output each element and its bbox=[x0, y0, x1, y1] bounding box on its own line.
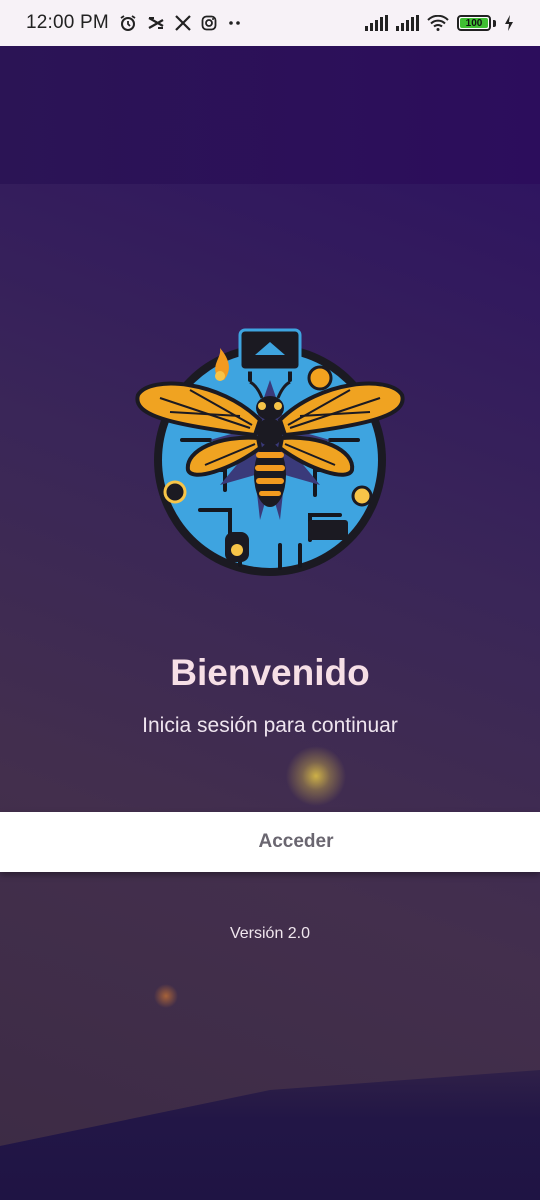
signal-icon bbox=[365, 15, 388, 31]
battery-tip bbox=[493, 19, 496, 27]
battery-icon: 100 bbox=[457, 15, 491, 31]
access-button[interactable]: Acceder bbox=[0, 812, 540, 872]
battery-level: 100 bbox=[465, 17, 483, 29]
x-icon bbox=[175, 15, 191, 31]
welcome-title: Bienvenido bbox=[170, 652, 370, 693]
alarm-icon bbox=[119, 14, 137, 32]
welcome-subtitle: Inicia sesión para continuar bbox=[142, 714, 398, 737]
status-bar-right: 100 bbox=[365, 15, 514, 31]
instagram-icon bbox=[201, 15, 217, 31]
bee-circuit-logo-icon bbox=[130, 320, 410, 580]
status-bar-left: 12:00 PM bbox=[26, 12, 243, 34]
status-bar: 12:00 PM 100 bbox=[0, 0, 540, 46]
capcut-icon bbox=[147, 15, 165, 31]
signal-icon bbox=[396, 15, 419, 31]
wifi-icon bbox=[427, 15, 449, 31]
charging-icon bbox=[504, 15, 514, 31]
more-dots-icon bbox=[227, 20, 243, 26]
status-time: 12:00 PM bbox=[26, 12, 109, 33]
header-band bbox=[0, 46, 540, 184]
version-label: Versión 2.0 bbox=[229, 925, 311, 942]
access-button-label: Acceder bbox=[258, 831, 334, 852]
